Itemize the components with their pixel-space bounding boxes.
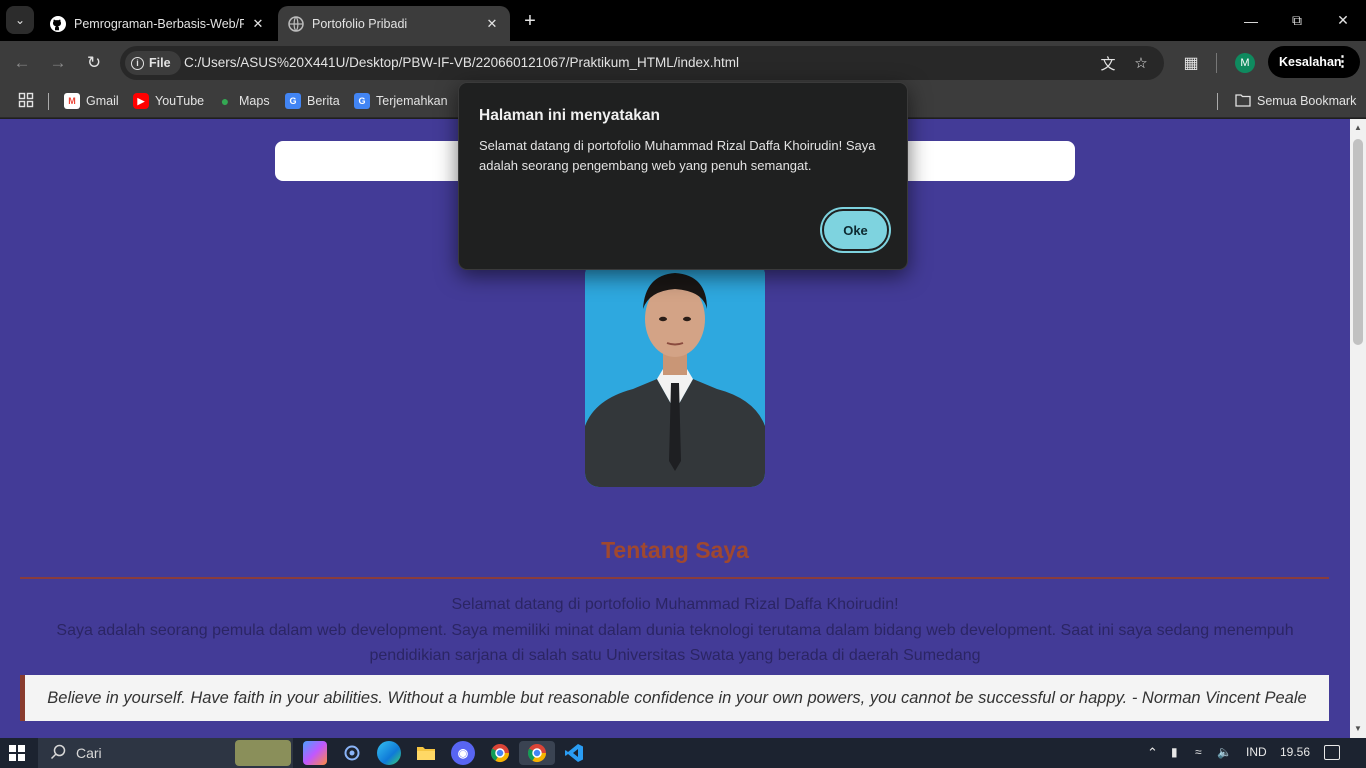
tab-search-button[interactable]: ⌄ <box>6 6 34 34</box>
bookmark-divider <box>48 93 49 110</box>
windows-start-icon[interactable] <box>9 745 25 761</box>
file-explorer-icon[interactable] <box>414 741 438 765</box>
translate-icon[interactable]: 文 <box>1098 53 1118 73</box>
close-icon: ✕ <box>1337 12 1349 28</box>
toolbar-divider <box>1216 53 1217 73</box>
bookmark-label: YouTube <box>155 94 205 108</box>
chrome-icon[interactable] <box>488 741 512 765</box>
wifi-icon[interactable]: ≈ <box>1195 745 1202 759</box>
battery-icon[interactable]: ▮ <box>1171 745 1178 759</box>
quote-block: Believe in yourself. Have faith in your … <box>20 675 1329 721</box>
settings-app-icon[interactable] <box>340 741 364 765</box>
scroll-thumb[interactable] <box>1353 139 1363 345</box>
puzzle-icon: ▦ <box>1183 55 1199 72</box>
volume-icon[interactable]: 🔈 <box>1217 745 1232 759</box>
more-icon: ⋮ <box>1335 53 1350 70</box>
tab-strip: ⌄ Pemrograman-Berbasis-Web/PBW-IF-VB ✕ P… <box>0 0 1366 41</box>
error-button[interactable]: Kesalahan ⋮ <box>1268 46 1360 78</box>
profile-photo <box>585 261 765 487</box>
bookmark-maps[interactable]: ● Maps <box>217 91 270 111</box>
new-tab-button[interactable]: + <box>518 9 542 33</box>
search-label: Cari <box>76 745 102 761</box>
copilot-icon[interactable] <box>303 741 327 765</box>
extensions-button[interactable]: ▦ <box>1177 49 1205 77</box>
scroll-down-icon[interactable]: ▼ <box>1354 724 1362 733</box>
scheme-label: File <box>149 56 171 70</box>
address-bar[interactable]: i File C:/Users/ASUS%20X441U/Desktop/PBW… <box>120 46 1164 80</box>
dialog-title: Halaman ini menyatakan <box>479 107 660 124</box>
close-icon[interactable]: ✕ <box>250 16 266 32</box>
ok-button[interactable]: Oke <box>822 209 889 251</box>
bookmark-youtube[interactable]: ▶ YouTube <box>133 91 204 111</box>
apps-grid-icon <box>18 92 34 111</box>
news-icon: G <box>285 93 301 109</box>
site-info-button[interactable]: i File <box>125 51 181 75</box>
avatar[interactable]: M <box>1235 53 1255 73</box>
minimize-button[interactable]: — <box>1228 0 1274 41</box>
close-window-button[interactable]: ✕ <box>1320 0 1366 41</box>
tab-title: Portofolio Pribadi <box>312 16 408 31</box>
taskbar-search[interactable]: Cari <box>38 738 293 768</box>
plus-icon: + <box>524 9 536 32</box>
search-highlight-image <box>235 740 291 766</box>
translate-icon: G <box>354 93 370 109</box>
all-bookmarks-label: Semua Bookmark <box>1257 94 1357 108</box>
tab-github[interactable]: Pemrograman-Berbasis-Web/PBW-IF-VB ✕ <box>40 6 276 41</box>
taskbar: Cari ◉ ⌃ ▮ ≈ 🔈 IND 19.56 <box>0 738 1366 768</box>
all-bookmarks-button[interactable]: Semua Bookmark <box>1235 91 1356 111</box>
close-icon[interactable]: ✕ <box>484 16 500 32</box>
section-title: Tentang Saya <box>601 537 749 563</box>
scroll-up-icon[interactable]: ▲ <box>1354 123 1362 132</box>
tab-title: Pemrograman-Berbasis-Web/PBW-IF-VB <box>74 16 244 31</box>
discord-icon[interactable]: ◉ <box>451 741 475 765</box>
notification-icon[interactable] <box>1324 745 1340 760</box>
bookmark-label: Berita <box>307 94 340 108</box>
vscode-icon[interactable] <box>562 741 586 765</box>
clock[interactable]: 19.56 <box>1280 745 1310 759</box>
dialog-message: Selamat datang di portofolio Muhammad Ri… <box>479 138 876 173</box>
tab-portofolio[interactable]: Portofolio Pribadi ✕ <box>278 6 510 41</box>
edge-icon[interactable] <box>377 741 401 765</box>
arrow-right-icon: → <box>49 53 67 72</box>
url-text[interactable]: C:/Users/ASUS%20X441U/Desktop/PBW-IF-VB/… <box>184 55 739 70</box>
page-scrollbar[interactable]: ▲ ▼ <box>1350 119 1366 738</box>
intro-text: Selamat datang di portofolio Muhammad Ri… <box>40 592 1310 669</box>
minimize-icon: — <box>1244 12 1258 29</box>
bookmark-gmail[interactable]: M Gmail <box>64 91 119 111</box>
bookmark-label: Terjemahkan <box>376 94 448 108</box>
youtube-icon: ▶ <box>133 93 149 109</box>
language-indicator[interactable]: IND <box>1246 745 1267 759</box>
restore-icon: ⧉ <box>1292 12 1302 28</box>
chevron-up-icon[interactable]: ⌃ <box>1147 745 1158 761</box>
alert-dialog: Halaman ini menyatakan Selamat datang di… <box>458 82 908 270</box>
bookmark-divider <box>1217 93 1218 110</box>
error-label: Kesalahan <box>1279 55 1342 69</box>
folder-icon <box>1235 93 1251 110</box>
restore-button[interactable]: ⧉ <box>1274 0 1320 41</box>
chevron-down-icon: ⌄ <box>14 13 26 27</box>
bookmark-terjemahkan[interactable]: G Terjemahkan <box>354 91 448 111</box>
search-icon <box>50 744 66 763</box>
divider <box>20 577 1329 579</box>
chrome-active-icon[interactable] <box>519 741 555 765</box>
arrow-left-icon: ← <box>13 53 31 72</box>
star-icon[interactable]: ☆ <box>1131 53 1151 73</box>
bookmark-label: Maps <box>239 94 270 108</box>
intro-line: Selamat datang di portofolio Muhammad Ri… <box>451 596 899 613</box>
maps-icon: ● <box>220 93 230 109</box>
apps-button[interactable] <box>18 91 34 111</box>
bookmark-berita[interactable]: G Berita <box>285 91 340 111</box>
forward-button[interactable]: → <box>44 49 72 77</box>
github-icon <box>50 15 66 32</box>
intro-paragraph: Saya adalah seorang pemula dalam web dev… <box>56 621 1294 665</box>
info-icon: i <box>131 56 144 70</box>
browser-toolbar: ← → ↻ i File C:/Users/ASUS%20X441U/Deskt… <box>0 41 1366 85</box>
bookmark-label: Gmail <box>86 94 119 108</box>
globe-icon <box>288 15 304 32</box>
back-button[interactable]: ← <box>8 49 36 77</box>
gmail-icon: M <box>64 93 80 109</box>
reload-button[interactable]: ↻ <box>80 49 108 77</box>
reload-icon: ↻ <box>86 53 102 72</box>
